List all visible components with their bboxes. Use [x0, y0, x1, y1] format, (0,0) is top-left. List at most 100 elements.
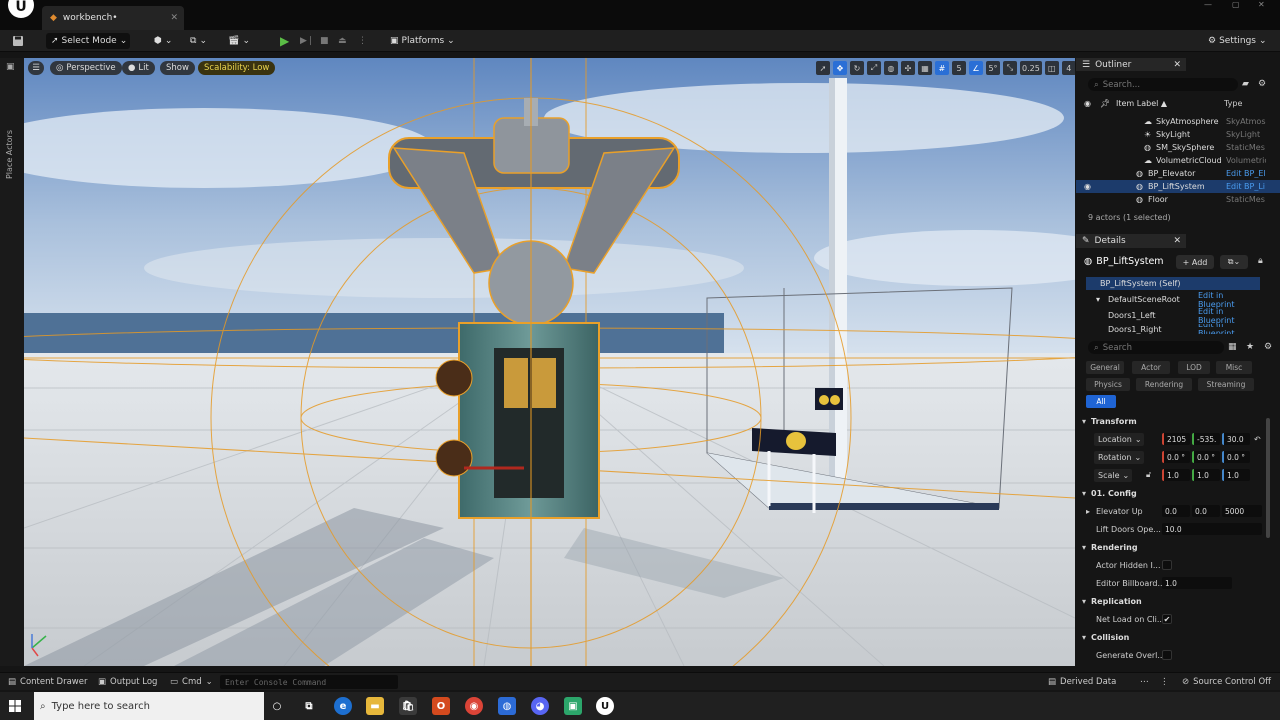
edit-in-blueprint-link[interactable]: Edit in Blueprint [1198, 307, 1260, 325]
outliner-settings-icon[interactable]: ⚙ [1258, 79, 1266, 89]
grid-snap-value[interactable]: 5 [952, 61, 966, 75]
outliner-row[interactable]: ☁ SkyAtmosphere SkyAtmos [1076, 115, 1280, 128]
outliner-type-link[interactable]: Edit BP_El [1226, 169, 1266, 178]
step-button[interactable]: ▶❘ [300, 33, 314, 49]
outliner-type-link[interactable]: Edit BP_Li [1226, 182, 1266, 191]
place-actors-icon[interactable]: ▣ [6, 62, 15, 72]
play-button[interactable]: ▶ [280, 33, 289, 49]
component-row-self[interactable]: BP_LiftSystem (Self) [1086, 277, 1260, 290]
edit-in-blueprint-link[interactable]: Edit in Blueprint [1198, 324, 1260, 334]
close-window-icon[interactable]: ✕ [1258, 0, 1276, 9]
outliner-row[interactable]: ◍ BP_Elevator Edit BP_El [1076, 167, 1280, 180]
add-content-button[interactable]: ⬢ ⌄ [154, 33, 172, 49]
visibility-icon[interactable]: ◉ [1084, 182, 1091, 191]
details-scrollbar[interactable] [1266, 418, 1270, 538]
elevator-up-y-field[interactable]: 0.0 [1192, 505, 1220, 517]
rotation-z-field[interactable]: 0.0 ° [1222, 451, 1250, 463]
settings-button[interactable]: ⚙ Settings ⌄ [1208, 33, 1267, 49]
rotation-snap-icon[interactable]: ∠ [969, 61, 983, 75]
stop-button[interactable]: ■ [320, 33, 329, 49]
rendering-section[interactable]: ▾ Rendering [1076, 538, 1280, 556]
elevator-up-z-field[interactable]: 5000 [1222, 505, 1262, 517]
notifications-icon[interactable]: ⋯ [1140, 675, 1149, 689]
rotation-dropdown[interactable]: Rotation ⌄ [1094, 450, 1144, 464]
transform-section[interactable]: ▾ Transform [1076, 412, 1280, 430]
maximize-icon[interactable]: ▢ [1232, 0, 1250, 9]
location-x-field[interactable]: 2105 [1162, 433, 1190, 445]
revision-control-icon[interactable]: ⋮ [1160, 675, 1169, 689]
task-view-icon[interactable]: ⧉ [300, 697, 318, 715]
outliner-row-selected[interactable]: ◉ ◍ BP_LiftSystem Edit BP_Li [1076, 180, 1280, 193]
generate-overlap-checkbox[interactable] [1162, 650, 1172, 660]
show-button[interactable]: Show [160, 61, 195, 75]
location-y-field[interactable]: -535. [1192, 433, 1220, 445]
cmd-dropdown[interactable]: ▭ Cmd ⌄ [170, 675, 213, 689]
camera-speed-value[interactable]: 4 [1061, 61, 1075, 75]
config-section[interactable]: ▾ 01. Config [1076, 484, 1280, 502]
filter-rendering[interactable]: Rendering [1136, 378, 1192, 391]
taskbar-search-input[interactable]: ⌕ Type here to search [34, 692, 264, 720]
scale-tool-icon[interactable]: ⤢ [867, 61, 881, 75]
outliner-row[interactable]: ◍ SM_SkySphere StaticMes [1076, 141, 1280, 154]
output-log-button[interactable]: ▣ Output Log [98, 675, 157, 689]
translate-tool-icon[interactable]: ✥ [833, 61, 847, 75]
select-mode-dropdown[interactable]: ➚ Select Mode ⌄ [46, 33, 130, 49]
outliner-row[interactable]: ☁ VolumetricCloud Volumetric [1076, 154, 1280, 167]
edge-icon[interactable]: e [334, 697, 352, 715]
save-icon[interactable] [12, 33, 24, 49]
blueprint-options-button[interactable]: ⧉⌄ [1220, 255, 1248, 269]
location-z-field[interactable]: 30.0 [1222, 433, 1250, 445]
scale-dropdown[interactable]: Scale ⌄ [1094, 468, 1132, 482]
component-row[interactable]: Doors1_Left Edit in Blueprint [1086, 307, 1260, 325]
scale-y-field[interactable]: 1.0 [1192, 469, 1220, 481]
lock-icon[interactable]: 🔒︎ [1258, 256, 1263, 266]
filter-physics[interactable]: Physics [1086, 378, 1130, 391]
outliner-search-input[interactable]: ⌕ Search... [1088, 78, 1238, 91]
grid-snap-icon[interactable]: # [935, 61, 949, 75]
select-tool-icon[interactable]: ➚ [816, 61, 830, 75]
elevator-up-x-field[interactable]: 0.0 [1162, 505, 1190, 517]
source-control-button[interactable]: ⊘ Source Control Off [1182, 675, 1271, 689]
chat-app-icon[interactable]: ▣ [564, 697, 582, 715]
derived-data-button[interactable]: ▤ Derived Data [1048, 675, 1116, 689]
add-component-button[interactable]: + Add [1176, 255, 1214, 269]
cortana-icon[interactable]: ○ [268, 697, 286, 715]
outliner-tab[interactable]: ☰ Outliner ✕ [1076, 58, 1186, 71]
scalability-badge[interactable]: Scalability: Low [198, 61, 276, 75]
scale-x-field[interactable]: 1.0 [1162, 469, 1190, 481]
place-actors-tab[interactable]: Place Actors [5, 130, 14, 179]
windows-start-icon[interactable] [9, 700, 21, 712]
file-explorer-icon[interactable]: ▬ [366, 697, 384, 715]
minimize-icon[interactable]: — [1204, 0, 1222, 9]
scale-snap-icon[interactable]: ⤡ [1003, 61, 1017, 75]
rotation-y-field[interactable]: 0.0 ° [1192, 451, 1220, 463]
filter-misc[interactable]: Misc [1216, 361, 1252, 374]
office-icon[interactable]: O [432, 697, 450, 715]
outliner-row[interactable]: ◍ Floor StaticMes [1076, 193, 1280, 206]
rotate-tool-icon[interactable]: ↻ [850, 61, 864, 75]
col-type[interactable]: Type [1224, 99, 1242, 108]
level-viewport[interactable]: ☰ ◎ Perspective ● Lit Show Scalability: … [24, 58, 1075, 666]
component-row[interactable]: Doors1_Right Edit in Blueprint [1086, 324, 1260, 334]
filter-streaming[interactable]: Streaming [1198, 378, 1254, 391]
store-icon[interactable]: 🛍︎ [399, 697, 417, 715]
details-settings-icon[interactable]: ⚙ [1264, 342, 1272, 352]
world-local-icon[interactable]: ◍ [884, 61, 898, 75]
scale-snap-value[interactable]: 0.25 [1020, 61, 1042, 75]
lift-doors-field[interactable]: 10.0 [1162, 523, 1262, 535]
grid-snap-toggle-icon[interactable]: ▦ [918, 61, 932, 75]
col-item-label[interactable]: Item Label ▲ [1116, 99, 1167, 108]
platforms-dropdown[interactable]: ▣ Platforms ⌄ [390, 33, 455, 49]
rotation-snap-value[interactable]: 5° [986, 61, 1000, 75]
discord-icon[interactable]: ◕ [531, 697, 549, 715]
collision-section[interactable]: ▾ Collision [1076, 628, 1280, 646]
lock-scale-icon[interactable]: 🔓︎ [1146, 470, 1151, 480]
location-dropdown[interactable]: Location ⌄ [1094, 432, 1144, 446]
replication-section[interactable]: ▾ Replication [1076, 592, 1280, 610]
filter-all[interactable]: All [1086, 395, 1116, 408]
reset-arrow-icon[interactable]: ↶ [1254, 435, 1261, 444]
component-row[interactable]: ▾ DefaultSceneRoot Edit in Blueprint [1086, 291, 1260, 309]
unreal-taskbar-icon[interactable]: U [596, 697, 614, 715]
filter-general[interactable]: General [1086, 361, 1124, 374]
expand-icon[interactable]: ▸ [1086, 507, 1090, 516]
